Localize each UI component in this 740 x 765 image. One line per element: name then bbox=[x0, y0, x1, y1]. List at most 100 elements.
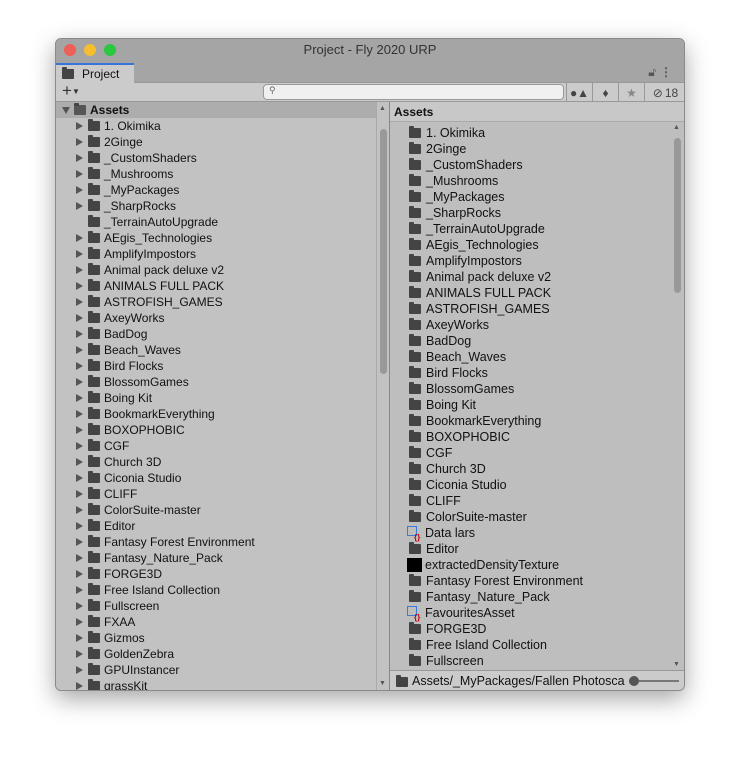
asset-item[interactable]: ColorSuite-master bbox=[407, 509, 671, 525]
expand-arrow-icon[interactable] bbox=[76, 426, 83, 434]
tree-item[interactable]: FORGE3D bbox=[56, 566, 376, 582]
asset-item[interactable]: _TerrainAutoUpgrade bbox=[407, 221, 671, 237]
asset-item[interactable]: FORGE3D bbox=[407, 621, 671, 637]
expand-arrow-icon[interactable] bbox=[76, 170, 83, 178]
scrollbar-thumb[interactable] bbox=[674, 138, 681, 293]
expand-arrow-icon[interactable] bbox=[76, 618, 83, 626]
asset-item[interactable]: CLIFF bbox=[407, 493, 671, 509]
tree-root[interactable]: Assets bbox=[56, 102, 376, 118]
expand-arrow-icon[interactable] bbox=[76, 522, 83, 530]
asset-item[interactable]: Boing Kit bbox=[407, 397, 671, 413]
favorites-button[interactable]: ★ bbox=[618, 83, 644, 102]
tree-item[interactable]: CGF bbox=[56, 438, 376, 454]
asset-item[interactable]: Ciconia Studio bbox=[407, 477, 671, 493]
expand-arrow-icon[interactable] bbox=[76, 154, 83, 162]
asset-item[interactable]: {} FavouritesAsset bbox=[407, 605, 671, 622]
tree-item[interactable]: BlossomGames bbox=[56, 374, 376, 390]
tree-item[interactable]: Editor bbox=[56, 518, 376, 534]
slider-handle[interactable] bbox=[628, 675, 639, 686]
tree-item[interactable]: GPUInstancer bbox=[56, 662, 376, 678]
expand-arrow-icon[interactable] bbox=[76, 474, 83, 482]
asset-item[interactable]: extractedDensityTexture bbox=[407, 557, 671, 573]
scroll-up-icon[interactable]: ▲ bbox=[379, 105, 386, 112]
tree-item[interactable]: Fantasy Forest Environment bbox=[56, 534, 376, 550]
asset-scrollbar[interactable]: ▲ ▼ bbox=[671, 122, 684, 670]
expand-arrow-icon[interactable] bbox=[76, 650, 83, 658]
expand-arrow-icon[interactable] bbox=[76, 250, 83, 258]
create-button[interactable]: +▼ bbox=[62, 81, 80, 101]
tree-item[interactable]: GoldenZebra bbox=[56, 646, 376, 662]
expand-arrow-icon[interactable] bbox=[76, 458, 83, 466]
tree-item[interactable]: Animal pack deluxe v2 bbox=[56, 262, 376, 278]
asset-item[interactable]: ASTROFISH_GAMES bbox=[407, 301, 671, 317]
expand-arrow-icon[interactable] bbox=[76, 570, 83, 578]
asset-item[interactable]: AEgis_Technologies bbox=[407, 237, 671, 253]
icon-size-slider[interactable] bbox=[628, 675, 679, 686]
minimize-button[interactable] bbox=[84, 44, 96, 56]
expand-arrow-icon[interactable] bbox=[76, 378, 83, 386]
expand-arrow-icon[interactable] bbox=[76, 538, 83, 546]
expand-arrow-icon[interactable] bbox=[76, 346, 83, 354]
asset-item[interactable]: 2Ginge bbox=[407, 141, 671, 157]
scroll-down-icon[interactable]: ▼ bbox=[673, 661, 680, 668]
tree-item[interactable]: BOXOPHOBIC bbox=[56, 422, 376, 438]
asset-item[interactable]: Beach_Waves bbox=[407, 349, 671, 365]
search-input[interactable]: ⚲ bbox=[263, 84, 564, 100]
expand-arrow-icon[interactable] bbox=[76, 122, 83, 130]
tree-item[interactable]: Bird Flocks bbox=[56, 358, 376, 374]
expand-arrow-icon[interactable] bbox=[76, 362, 83, 370]
expand-arrow-icon[interactable] bbox=[76, 202, 83, 210]
asset-item[interactable]: _MyPackages bbox=[407, 189, 671, 205]
tree-item[interactable]: FXAA bbox=[56, 614, 376, 630]
tree-item[interactable]: _Mushrooms bbox=[56, 166, 376, 182]
tree-item[interactable]: CLIFF bbox=[56, 486, 376, 502]
expand-arrow-icon[interactable] bbox=[76, 490, 83, 498]
asset-item[interactable]: _Mushrooms bbox=[407, 173, 671, 189]
tree-item[interactable]: BookmarkEverything bbox=[56, 406, 376, 422]
expand-arrow-icon[interactable] bbox=[76, 586, 83, 594]
asset-item[interactable]: Editor bbox=[407, 541, 671, 557]
expand-arrow-icon[interactable] bbox=[62, 106, 70, 114]
more-options-icon[interactable]: ⋮ bbox=[660, 65, 672, 79]
tree-item[interactable]: ASTROFISH_GAMES bbox=[56, 294, 376, 310]
asset-item[interactable]: ANIMALS FULL PACK bbox=[407, 285, 671, 301]
expand-arrow-icon[interactable] bbox=[76, 506, 83, 514]
asset-item[interactable]: CGF bbox=[407, 445, 671, 461]
expand-arrow-icon[interactable] bbox=[76, 138, 83, 146]
tree-item[interactable]: Ciconia Studio bbox=[56, 470, 376, 486]
expand-arrow-icon[interactable] bbox=[76, 314, 83, 322]
tree-item[interactable]: Boing Kit bbox=[56, 390, 376, 406]
asset-item[interactable]: Church 3D bbox=[407, 461, 671, 477]
expand-arrow-icon[interactable] bbox=[76, 186, 83, 194]
asset-item[interactable]: BlossomGames bbox=[407, 381, 671, 397]
expand-arrow-icon[interactable] bbox=[76, 554, 83, 562]
asset-item[interactable]: AmplifyImpostors bbox=[407, 253, 671, 269]
asset-item[interactable]: {} Data lars bbox=[407, 525, 671, 542]
tree-item[interactable]: _CustomShaders bbox=[56, 150, 376, 166]
asset-item[interactable]: Fantasy_Nature_Pack bbox=[407, 589, 671, 605]
tree-item[interactable]: ColorSuite-master bbox=[56, 502, 376, 518]
lock-icon[interactable]: 🔓︎ bbox=[648, 65, 656, 80]
tree-item[interactable]: Fullscreen bbox=[56, 598, 376, 614]
tree-item[interactable]: Fantasy_Nature_Pack bbox=[56, 550, 376, 566]
expand-arrow-icon[interactable] bbox=[76, 666, 83, 674]
filter-by-label-button[interactable]: ♦ bbox=[592, 83, 618, 102]
asset-item[interactable]: BookmarkEverything bbox=[407, 413, 671, 429]
asset-item[interactable]: BOXOPHOBIC bbox=[407, 429, 671, 445]
asset-item[interactable]: _CustomShaders bbox=[407, 157, 671, 173]
tree-item[interactable]: _MyPackages bbox=[56, 182, 376, 198]
expand-arrow-icon[interactable] bbox=[76, 266, 83, 274]
tree-item[interactable]: _TerrainAutoUpgrade bbox=[56, 214, 376, 230]
scroll-down-icon[interactable]: ▼ bbox=[379, 680, 386, 687]
tree-scrollbar[interactable]: ▲ ▼ bbox=[376, 102, 389, 690]
filter-by-type-button[interactable]: ●▲ bbox=[566, 83, 592, 102]
tree-item[interactable]: Beach_Waves bbox=[56, 342, 376, 358]
asset-item[interactable]: Bird Flocks bbox=[407, 365, 671, 381]
tree-item[interactable]: 1. Okimika bbox=[56, 118, 376, 134]
asset-item[interactable]: Free Island Collection bbox=[407, 637, 671, 653]
tree-item[interactable]: ANIMALS FULL PACK bbox=[56, 278, 376, 294]
expand-arrow-icon[interactable] bbox=[76, 330, 83, 338]
expand-arrow-icon[interactable] bbox=[76, 394, 83, 402]
expand-arrow-icon[interactable] bbox=[76, 282, 83, 290]
scrollbar-thumb[interactable] bbox=[380, 129, 387, 374]
